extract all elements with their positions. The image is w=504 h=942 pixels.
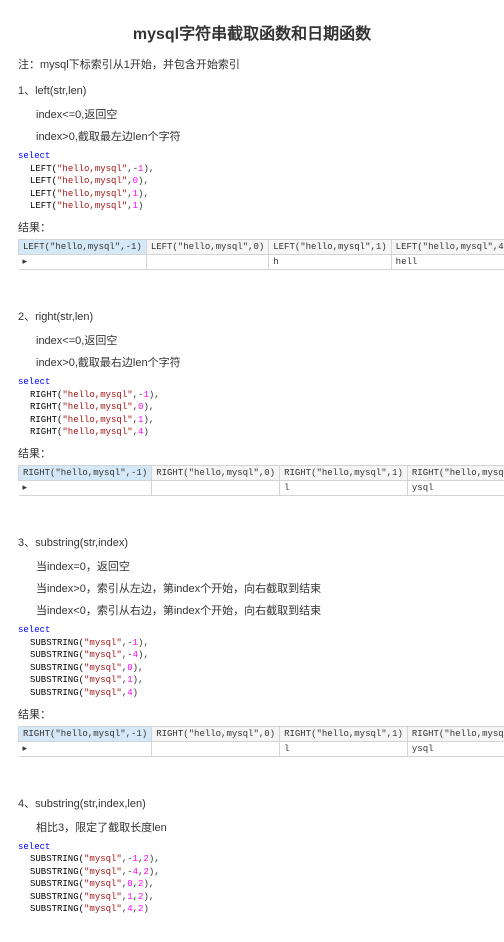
section-3-line3: 当index<0，索引从右边，第index个开始，向右截取到结束 <box>36 602 486 618</box>
td: l <box>280 480 408 495</box>
row-arrow: ▸ <box>19 480 152 495</box>
td: ysql <box>407 480 504 495</box>
th: RIGHT("hello,mysql",4) <box>407 465 504 480</box>
section-2-head: 2、right(str,len) <box>18 308 486 324</box>
th: RIGHT("hello,mysql",0) <box>152 465 280 480</box>
th: RIGHT("hello,mysql",-1) <box>19 465 152 480</box>
td: h <box>269 254 391 269</box>
result-label-3: 结果： <box>18 706 486 722</box>
section-1-line1: index<=0,返回空 <box>36 106 486 122</box>
section-1-head: 1、left(str,len) <box>18 82 486 98</box>
kw-select: select <box>18 625 50 635</box>
code-block-2: select RIGHT("hello,mysql",-1), RIGHT("h… <box>18 376 486 439</box>
code-block-3: select SUBSTRING("mysql",-1), SUBSTRING(… <box>18 624 486 700</box>
result-label-1: 结果： <box>18 219 486 235</box>
result-label-2: 结果： <box>18 445 486 461</box>
result-table-1: LEFT("hello,mysql",-1)LEFT("hello,mysql"… <box>18 239 504 270</box>
row-arrow: ▸ <box>19 741 152 756</box>
td <box>152 741 280 756</box>
kw-select: select <box>18 151 50 161</box>
section-3-line1: 当index=0，返回空 <box>36 558 486 574</box>
section-4-line1: 相比3，限定了截取长度len <box>36 819 486 835</box>
intro-note: 注：mysql下标索引从1开始，并包含开始索引 <box>18 56 486 72</box>
td: l <box>280 741 408 756</box>
section-3-line2: 当index>0，索引从左边，第index个开始，向右截取到结束 <box>36 580 486 596</box>
code-block-4: select SUBSTRING("mysql",-1,2), SUBSTRIN… <box>18 841 486 917</box>
td <box>152 480 280 495</box>
code-block-1: select LEFT("hello,mysql",-1), LEFT("hel… <box>18 150 486 213</box>
row-arrow: ▸ <box>19 254 147 269</box>
th: RIGHT("hello,mysql",0) <box>152 726 280 741</box>
page-title: mysql字符串截取函数和日期函数 <box>18 20 486 44</box>
section-1-line2: index>0,截取最左边len个字符 <box>36 128 486 144</box>
kw-select: select <box>18 377 50 387</box>
section-2-line1: index<=0,返回空 <box>36 332 486 348</box>
result-table-3: RIGHT("hello,mysql",-1)RIGHT("hello,mysq… <box>18 726 504 757</box>
th: RIGHT("hello,mysql",-1) <box>19 726 152 741</box>
td: hell <box>391 254 504 269</box>
section-4-head: 4、substring(str,index,len) <box>18 795 486 811</box>
th: LEFT("hello,mysql",1) <box>269 239 391 254</box>
th: RIGHT("hello,mysql",4) <box>407 726 504 741</box>
th: LEFT("hello,mysql",-1) <box>19 239 147 254</box>
result-table-2: RIGHT("hello,mysql",-1)RIGHT("hello,mysq… <box>18 465 504 496</box>
td <box>146 254 268 269</box>
th: RIGHT("hello,mysql",1) <box>280 726 408 741</box>
th: LEFT("hello,mysql",0) <box>146 239 268 254</box>
td: ysql <box>407 741 504 756</box>
th: RIGHT("hello,mysql",1) <box>280 465 408 480</box>
section-2-line2: index>0,截取最右边len个字符 <box>36 354 486 370</box>
th: LEFT("hello,mysql",4) <box>391 239 504 254</box>
kw-select: select <box>18 842 50 852</box>
section-3-head: 3、substring(str,index) <box>18 534 486 550</box>
